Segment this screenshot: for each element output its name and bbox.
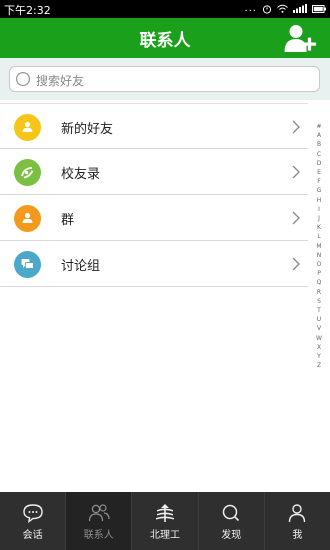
- index-letter[interactable]: Y: [312, 352, 326, 361]
- alphabet-index[interactable]: # A B C D E F G H I J K L M N O P Q R S T U V W X Y Z: [312, 122, 326, 370]
- profile-icon: [289, 504, 306, 523]
- tab-label: 北理工: [150, 530, 180, 541]
- signal-icon: [293, 4, 307, 13]
- tab-discover[interactable]: 发现: [199, 492, 265, 550]
- page-title: 联系人: [139, 31, 191, 51]
- list-item-label: 新的好友: [61, 122, 114, 137]
- index-letter[interactable]: Z: [312, 361, 326, 370]
- index-letter[interactable]: F: [312, 177, 326, 186]
- group-icon: [14, 205, 41, 232]
- index-letter[interactable]: N: [312, 251, 326, 260]
- index-letter[interactable]: O: [312, 260, 326, 269]
- app-header: 联系人: [0, 18, 330, 58]
- list-item-alumni[interactable]: 校友录: [0, 149, 308, 195]
- index-letter[interactable]: M: [312, 242, 326, 251]
- index-letter[interactable]: #: [312, 122, 326, 131]
- search-input[interactable]: 搜索好友: [9, 66, 320, 92]
- chevron-right-icon: [292, 120, 300, 134]
- index-letter[interactable]: T: [312, 306, 326, 315]
- battery-icon: [312, 4, 326, 13]
- tab-label: 会话: [22, 530, 43, 541]
- index-letter[interactable]: J: [312, 214, 326, 223]
- alarm-icon: [262, 4, 272, 14]
- list-item-discussions[interactable]: 讨论组: [0, 241, 308, 287]
- index-letter[interactable]: K: [312, 223, 326, 232]
- new-friend-icon: [14, 114, 41, 141]
- add-contact-button[interactable]: [284, 23, 318, 53]
- search-bar: 搜索好友: [0, 58, 330, 100]
- list-item-new-friends[interactable]: 新的好友: [0, 103, 308, 149]
- search-placeholder: 搜索好友: [36, 74, 85, 88]
- index-letter[interactable]: V: [312, 324, 326, 333]
- contacts-icon: [88, 504, 110, 522]
- contact-list: 新的好友 校友录 群 讨论组: [0, 103, 308, 287]
- index-letter[interactable]: Q: [312, 278, 326, 287]
- index-letter[interactable]: U: [312, 315, 326, 324]
- index-letter[interactable]: W: [312, 334, 326, 343]
- list-item-groups[interactable]: 群: [0, 195, 308, 241]
- tab-label: 联系人: [83, 530, 114, 541]
- wifi-icon: [277, 4, 288, 13]
- bottom-tab-bar: 会话 联系人 北理工 发现 我: [0, 492, 330, 550]
- list-item-label: 校友录: [61, 167, 101, 182]
- chevron-right-icon: [292, 165, 300, 179]
- discussion-icon: [14, 251, 41, 278]
- index-letter[interactable]: R: [312, 288, 326, 297]
- index-letter[interactable]: L: [312, 232, 326, 241]
- index-letter[interactable]: E: [312, 168, 326, 177]
- status-icons: ...: [244, 3, 326, 14]
- chat-bubble-icon: [22, 504, 43, 523]
- status-time: 下午2:32: [4, 4, 51, 17]
- list-item-label: 讨论组: [61, 259, 101, 274]
- status-bar: 下午2:32 ...: [0, 0, 330, 18]
- index-letter[interactable]: I: [312, 205, 326, 214]
- status-dots: ...: [244, 3, 257, 14]
- chevron-right-icon: [292, 257, 300, 271]
- index-letter[interactable]: A: [312, 131, 326, 140]
- add-contact-icon: [284, 25, 316, 52]
- index-letter[interactable]: D: [312, 159, 326, 168]
- campus-logo-icon: [156, 504, 174, 522]
- tab-chats[interactable]: 会话: [0, 492, 67, 550]
- discover-search-icon: [222, 504, 240, 522]
- tab-me[interactable]: 我: [265, 492, 330, 550]
- index-letter[interactable]: G: [312, 186, 326, 195]
- chevron-right-icon: [292, 211, 300, 225]
- tab-contacts[interactable]: 联系人: [66, 492, 133, 550]
- index-letter[interactable]: H: [312, 196, 326, 205]
- alumni-icon: [14, 159, 41, 186]
- index-letter[interactable]: C: [312, 150, 326, 159]
- tab-campus[interactable]: 北理工: [132, 492, 199, 550]
- search-icon: [15, 71, 31, 87]
- list-item-label: 群: [61, 213, 75, 228]
- index-letter[interactable]: P: [312, 269, 326, 278]
- index-letter[interactable]: S: [312, 297, 326, 306]
- tab-label: 我: [292, 530, 303, 541]
- tab-label: 发现: [221, 530, 242, 541]
- index-letter[interactable]: X: [312, 343, 326, 352]
- index-letter[interactable]: B: [312, 140, 326, 149]
